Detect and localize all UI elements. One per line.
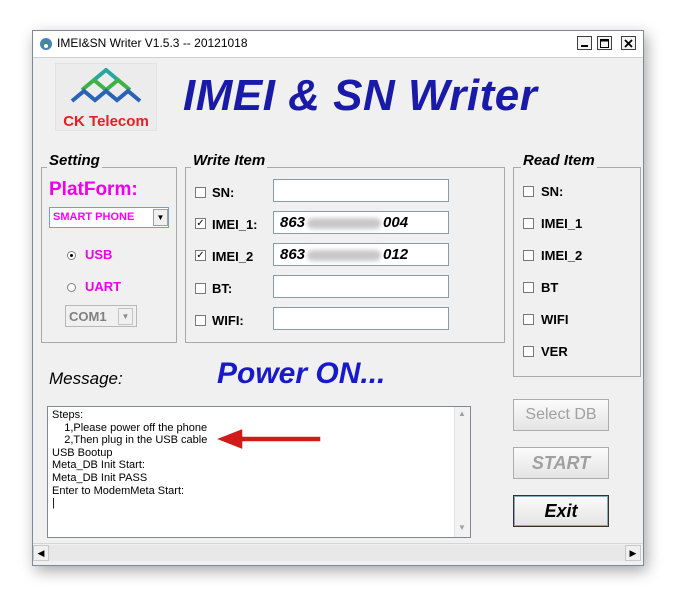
setting-group-title: Setting: [47, 152, 102, 169]
read-sn-label: SN:: [541, 184, 564, 199]
maximize-button[interactable]: [597, 36, 612, 50]
uart-radio[interactable]: [67, 283, 76, 292]
app-window: IMEI&SN Writer V1.5.3 -- 20121018 CK Tel…: [32, 30, 644, 566]
write-imei2-checkbox[interactable]: ✓: [195, 250, 206, 261]
write-imei1-checkbox[interactable]: ✓: [195, 218, 206, 229]
start-button[interactable]: START: [513, 447, 609, 479]
uart-radio-label[interactable]: UART: [85, 279, 121, 294]
scrollbar-track[interactable]: [49, 545, 625, 561]
app-heading: IMEI & SN Writer: [183, 71, 538, 120]
imei1-value-prefix: 863: [280, 214, 306, 231]
scroll-left-icon[interactable]: ◀: [33, 545, 49, 561]
log-text: Steps: 1,Please power off the phone 2,Th…: [52, 409, 208, 510]
company-logo: CK Telecom: [55, 63, 157, 131]
minimize-icon: [581, 44, 588, 47]
red-arrow-annotation-icon: [214, 427, 322, 451]
close-icon: [624, 38, 633, 48]
imei1-value-suffix: 004: [383, 214, 409, 231]
write-item-group-title: Write Item: [191, 152, 268, 169]
horizontal-scrollbar[interactable]: ◀ ▶: [33, 543, 643, 561]
logo-chevrons-icon: [70, 68, 142, 103]
window-title: IMEI&SN Writer V1.5.3 -- 20121018: [57, 36, 248, 50]
read-sn-checkbox[interactable]: [523, 186, 534, 197]
platform-label: PlatForm:: [49, 179, 138, 200]
log-vertical-scrollbar[interactable]: ▲ ▼: [454, 407, 470, 537]
read-bt-checkbox[interactable]: [523, 282, 534, 293]
write-imei2-label: IMEI_2: [212, 249, 254, 264]
usb-radio[interactable]: [67, 251, 76, 260]
app-icon: [40, 38, 52, 50]
chevron-down-icon: ▼: [118, 308, 133, 325]
scroll-right-icon[interactable]: ▶: [625, 545, 641, 561]
read-ver-label: VER: [541, 344, 568, 359]
write-bt-checkbox[interactable]: [195, 283, 206, 294]
write-sn-label: SN:: [212, 185, 235, 200]
close-button[interactable]: [621, 36, 636, 50]
obscured-digits: [307, 217, 382, 229]
minimize-button[interactable]: [577, 36, 592, 50]
maximize-icon: [600, 38, 609, 48]
imei2-input[interactable]: 863 012: [273, 243, 449, 266]
obscured-digits: [307, 249, 382, 261]
usb-radio-label[interactable]: USB: [85, 247, 112, 262]
status-text: Power ON...: [217, 357, 386, 390]
read-ver-checkbox[interactable]: [523, 346, 534, 357]
read-wifi-label: WIFI: [541, 312, 569, 327]
imei2-value-prefix: 863: [280, 246, 306, 263]
write-imei1-label: IMEI_1:: [212, 217, 258, 232]
title-bar[interactable]: IMEI&SN Writer V1.5.3 -- 20121018: [33, 31, 643, 58]
platform-select-value: SMART PHONE: [53, 211, 135, 223]
write-wifi-label: WIFI:: [212, 313, 244, 328]
imei2-value-suffix: 012: [383, 246, 409, 263]
read-bt-label: BT: [541, 280, 559, 295]
platform-select[interactable]: SMART PHONE ▼: [49, 207, 169, 228]
write-bt-label: BT:: [212, 281, 233, 296]
com-port-value: COM1: [69, 309, 107, 324]
read-wifi-checkbox[interactable]: [523, 314, 534, 325]
exit-button[interactable]: Exit: [513, 495, 609, 527]
chevron-down-icon[interactable]: ▼: [153, 209, 168, 226]
read-imei2-label: IMEI_2: [541, 248, 583, 263]
read-item-group-title: Read Item: [521, 152, 597, 169]
com-port-select: COM1 ▼: [65, 305, 137, 327]
scroll-down-icon[interactable]: ▼: [458, 523, 466, 532]
read-imei2-checkbox[interactable]: [523, 250, 534, 261]
read-imei1-label: IMEI_1: [541, 216, 583, 231]
sn-input[interactable]: [273, 179, 449, 202]
wifi-input[interactable]: [273, 307, 449, 330]
bt-input[interactable]: [273, 275, 449, 298]
select-db-button[interactable]: Select DB: [513, 399, 609, 431]
logo-text: CK Telecom: [63, 113, 149, 130]
message-label: Message:: [49, 369, 123, 388]
read-imei1-checkbox[interactable]: [523, 218, 534, 229]
imei1-input[interactable]: 863 004: [273, 211, 449, 234]
write-sn-checkbox[interactable]: [195, 187, 206, 198]
write-wifi-checkbox[interactable]: [195, 315, 206, 326]
scroll-up-icon[interactable]: ▲: [458, 409, 466, 418]
